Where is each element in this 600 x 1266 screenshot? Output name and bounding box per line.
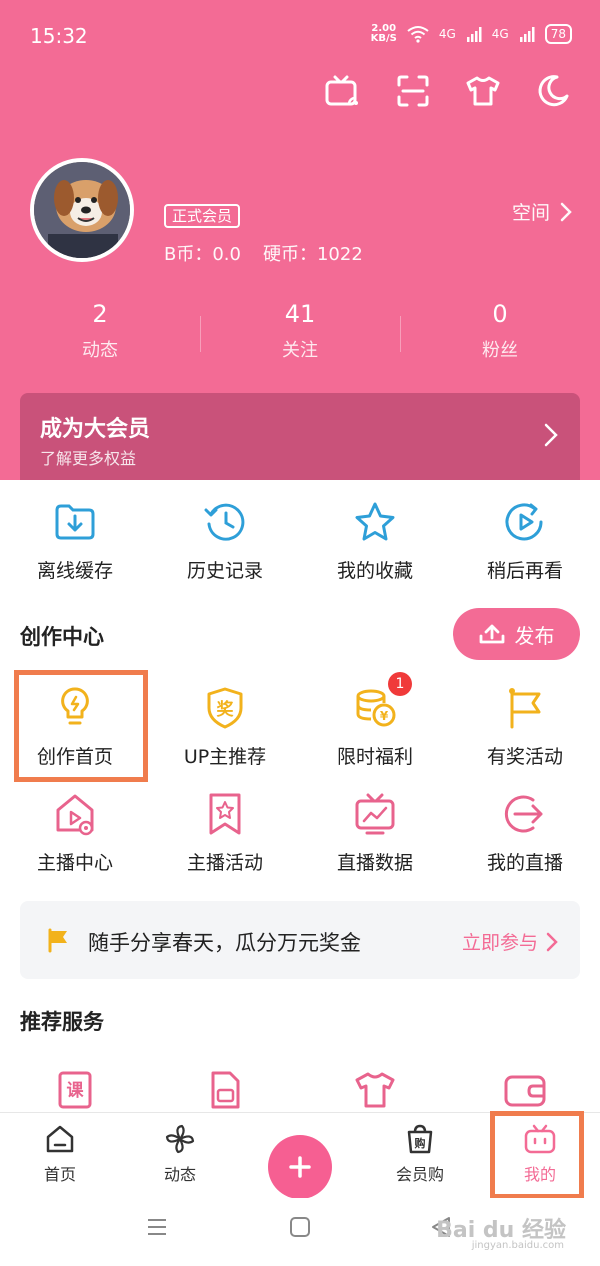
status-time: 15:32 — [30, 24, 88, 48]
service-merch[interactable] — [300, 1068, 450, 1118]
battery-indicator: 78 — [544, 24, 572, 44]
upload-icon — [479, 624, 504, 644]
member-badge: 正式会员 — [164, 204, 241, 228]
chevron-right-icon — [546, 932, 558, 951]
up-recommend[interactable]: 奖 UP主推荐 — [150, 686, 300, 776]
signal-bars-icon-2 — [519, 27, 535, 42]
course-book-icon: 课 — [0, 1068, 150, 1112]
avatar[interactable] — [30, 158, 134, 262]
services-title: 推荐服务 — [20, 1010, 104, 1034]
chevron-right-icon — [544, 423, 558, 447]
pinwheel-icon — [165, 1124, 195, 1154]
home-icon — [46, 1125, 74, 1153]
hard-coin-balance: 硬币：1022 — [262, 244, 363, 265]
wifi-icon — [407, 26, 429, 43]
streamer-center[interactable]: 主播中心 — [0, 792, 150, 882]
night-mode-icon[interactable] — [532, 70, 574, 112]
quick-watch-later[interactable]: 稍后再看 — [450, 500, 600, 590]
scan-icon[interactable] — [392, 70, 434, 112]
status-bar: 15:32 2.00 KB/S 4G 4G 78 — [0, 0, 600, 70]
profile-header: 15:32 2.00 KB/S 4G 4G 78 正式会员 B币：0.0 硬币：… — [0, 0, 600, 480]
chevron-right-icon — [560, 202, 572, 221]
enter-arrow-icon — [450, 792, 600, 836]
star-icon — [300, 500, 450, 544]
publish-label: 发布 — [514, 623, 555, 648]
prize-activities[interactable]: 有奖活动 — [450, 686, 600, 776]
promo-join-link[interactable]: 立即参与 — [462, 928, 558, 955]
stat-following[interactable]: 41 关注 — [200, 300, 400, 370]
wallet-icon — [450, 1068, 600, 1112]
award-badge-icon: 奖 — [150, 686, 300, 730]
profile-stats: 2 动态 41 关注 0 粉丝 — [0, 300, 600, 370]
limited-welfare[interactable]: 1 ¥ 限时福利 — [300, 672, 450, 776]
signal-icon: 4G — [438, 27, 456, 41]
quick-favorites[interactable]: 我的收藏 — [300, 500, 450, 590]
space-link[interactable]: 空间 — [512, 198, 572, 225]
promo-join-label: 立即参与 — [461, 932, 538, 954]
download-folder-icon — [0, 500, 150, 544]
tab-dynamic[interactable]: 动态 — [120, 1113, 240, 1198]
publish-button[interactable]: 发布 — [453, 608, 580, 660]
coin-balances: B币：0.0 硬币：1022 — [164, 240, 363, 266]
streamer-activities[interactable]: 主播活动 — [150, 792, 300, 882]
shopping-bag-icon: 购 — [407, 1124, 433, 1154]
service-sim-card[interactable] — [150, 1068, 300, 1118]
tv-chart-icon — [300, 792, 450, 836]
stat-posts[interactable]: 2 动态 — [0, 300, 200, 370]
tab-mine-highlight — [490, 1111, 584, 1199]
flag-icon — [48, 928, 67, 953]
vip-subtitle: 了解更多权益 — [40, 449, 137, 468]
svg-text:购: 购 — [415, 1136, 426, 1150]
signal-bars-icon — [466, 27, 482, 42]
vip-banner[interactable]: 成为大会员 了解更多权益 — [20, 393, 580, 480]
signal-icon-2: 4G — [491, 27, 509, 41]
creator-row-2: 主播中心 主播活动 直播数据 我的直播 — [0, 792, 600, 882]
watch-later-icon — [450, 500, 600, 544]
net-speed: 2.00 KB/S — [370, 23, 397, 44]
svg-text:课: 课 — [67, 1081, 85, 1101]
notification-badge: 1 — [388, 672, 412, 696]
tab-member-shop[interactable]: 购 会员购 — [360, 1113, 480, 1198]
header-actions — [322, 70, 574, 112]
bookmark-star-icon — [150, 792, 300, 836]
creator-home-highlight — [14, 670, 148, 782]
svg-text:¥: ¥ — [380, 709, 389, 723]
flag-icon — [450, 686, 600, 730]
history-icon — [150, 500, 300, 544]
creator-center-title: 创作中心 — [20, 625, 104, 649]
watermark-url: jingyan.baidu.com — [471, 1240, 564, 1251]
quick-history[interactable]: 历史记录 — [150, 500, 300, 590]
coins-icon: 1 ¥ — [300, 672, 450, 730]
promo-banner[interactable]: 随手分享春天，瓜分万元奖金 立即参与 — [20, 901, 580, 979]
tab-create[interactable] — [240, 1113, 360, 1199]
my-live[interactable]: 我的直播 — [450, 792, 600, 882]
vip-title: 成为大会员 — [40, 417, 151, 442]
space-link-label: 空间 — [511, 202, 550, 224]
home-square-icon[interactable] — [289, 1216, 311, 1238]
promo-text: 随手分享春天，瓜分万元奖金 — [88, 931, 361, 955]
tv-cast-icon[interactable] — [322, 70, 364, 112]
service-course[interactable]: 课 — [0, 1068, 150, 1118]
sim-card-icon — [150, 1068, 300, 1112]
quick-actions: 离线缓存 历史记录 我的收藏 稍后再看 — [0, 500, 600, 590]
live-data[interactable]: 直播数据 — [300, 792, 450, 882]
stat-followers[interactable]: 0 粉丝 — [400, 300, 600, 370]
b-coin-balance: B币：0.0 — [164, 244, 241, 265]
status-indicators: 2.00 KB/S 4G 4G 78 — [371, 24, 572, 44]
tshirt-icon — [300, 1068, 450, 1112]
plus-icon — [268, 1135, 332, 1199]
menu-icon[interactable] — [146, 1216, 168, 1238]
quick-offline-cache[interactable]: 离线缓存 — [0, 500, 150, 590]
app-screen: 15:32 2.00 KB/S 4G 4G 78 正式会员 B币：0.0 硬币：… — [0, 0, 600, 1266]
tab-home[interactable]: 首页 — [0, 1113, 120, 1198]
live-home-icon — [0, 792, 150, 836]
tshirt-icon[interactable] — [462, 70, 504, 112]
svg-text:奖: 奖 — [217, 699, 235, 720]
